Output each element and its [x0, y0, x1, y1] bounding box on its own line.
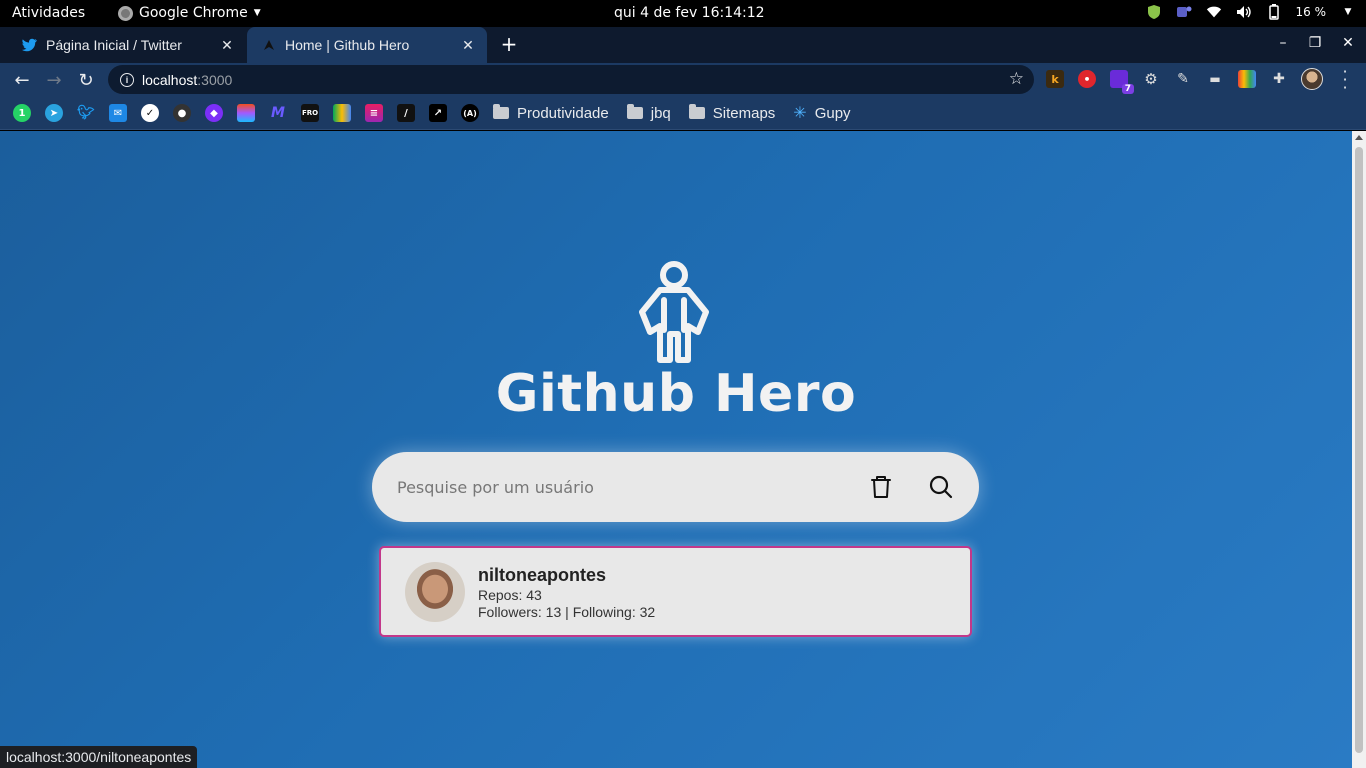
check-icon[interactable]: ✓ [141, 104, 159, 122]
extension-badge: 7 [1121, 84, 1134, 94]
profile-avatar[interactable] [1301, 68, 1323, 90]
cast-icon[interactable]: ▬ [1206, 70, 1224, 88]
fro-icon[interactable]: FRO [301, 104, 319, 122]
bookmark-folder-produtividade[interactable]: Produtividade [493, 104, 609, 122]
close-window-icon[interactable]: ✕ [1338, 35, 1358, 55]
twitter-icon [22, 37, 38, 53]
stack-icon[interactable]: ≡ [365, 104, 383, 122]
bookmark-folder-jbq[interactable]: jbq [626, 104, 671, 122]
url-host: localhost [142, 71, 198, 88]
github-hero-icon [261, 37, 277, 53]
hero-logo-icon [639, 261, 709, 363]
tab-strip: Página Inicial / Twitter ✕ Home | Github… [0, 27, 1366, 63]
folder-icon [626, 104, 643, 119]
trash-icon[interactable] [867, 473, 895, 501]
minimize-icon[interactable]: – [1273, 35, 1293, 55]
folder-label: jbq [650, 104, 671, 122]
arrow-bookmark-icon[interactable]: ↗ [429, 104, 447, 122]
link-status-bar: localhost:3000/niltoneapontes [0, 746, 198, 768]
user-avatar [405, 562, 465, 622]
telegram-icon[interactable]: ➤ [45, 104, 63, 122]
eye-icon[interactable]: ◆ [205, 104, 223, 122]
result-follow-stats: Followers: 13 | Following: 32 [478, 604, 655, 620]
extension-badge-icon[interactable]: 7 [1110, 70, 1134, 94]
tab-github-hero[interactable]: Home | Github Hero ✕ [247, 27, 487, 63]
adblock-icon[interactable]: • [1078, 70, 1096, 88]
figma-icon[interactable] [237, 104, 255, 122]
new-tab-button[interactable]: + [498, 33, 520, 55]
url-port: :3000 [197, 71, 233, 88]
browser-toolbar: ← → ↻ i localhost:3000 ☆ k • 7 ⚙ ✎ ▬ ✚ ·… [0, 63, 1366, 97]
color-extension-icon[interactable] [1238, 70, 1256, 88]
page-content: Github Hero niltoneapontes Repos: 43 Fol… [0, 131, 1352, 768]
site-info-icon[interactable]: i [120, 72, 134, 87]
system-clock[interactable]: qui 4 de fev 16:14:12 [614, 5, 765, 21]
puzzle-icon[interactable]: ✚ [1270, 70, 1288, 88]
wifi-icon[interactable] [1206, 4, 1222, 20]
menu-kebab-icon[interactable]: · · · [1340, 64, 1350, 96]
chrome-icon [118, 5, 133, 21]
close-tab-icon[interactable]: ✕ [459, 36, 477, 54]
folder-icon [493, 104, 509, 119]
folder-label: Sitemaps [712, 104, 776, 122]
close-tab-icon[interactable]: ✕ [218, 36, 236, 54]
scrollbar-thumb[interactable] [1355, 147, 1363, 753]
angular-icon[interactable]: (A) [461, 104, 479, 122]
caret-down-icon: ▼ [253, 8, 261, 18]
mail-icon[interactable]: ✉ [109, 104, 127, 122]
gear-icon[interactable]: ⚙ [1142, 70, 1160, 88]
power-menu-icon[interactable]: ▼ [1340, 4, 1356, 20]
slash-icon[interactable]: / [397, 104, 415, 122]
tab-title: Home | Github Hero [285, 37, 410, 53]
teams-icon[interactable] [1176, 4, 1192, 20]
follow-separator: | [561, 604, 573, 620]
back-arrow-icon[interactable]: ← [10, 69, 34, 91]
extensions-area: k • 7 ⚙ ✎ ▬ ✚ [1046, 70, 1288, 94]
page-scrollbar[interactable] [1352, 131, 1366, 768]
battery-percent: 16 % [1295, 5, 1327, 19]
brand-title: Github Hero [495, 364, 857, 424]
search-input[interactable] [397, 472, 847, 502]
github-icon[interactable]: ● [173, 104, 191, 122]
app-menu[interactable]: Google Chrome ▼ [118, 5, 261, 21]
app-menu-label: Google Chrome [139, 5, 248, 21]
pen-icon[interactable]: ✎ [1174, 70, 1192, 88]
battery-icon[interactable] [1266, 4, 1282, 20]
user-result-card[interactable]: niltoneapontes Repos: 43 Followers: 13 |… [379, 546, 972, 637]
result-username: niltoneapontes [478, 565, 607, 585]
bookmark-star-icon[interactable]: ☆ [1009, 69, 1024, 89]
medium-icon[interactable]: M [269, 104, 287, 122]
shield-icon[interactable] [1146, 4, 1162, 20]
activities-button[interactable]: Atividades [12, 5, 85, 21]
system-top-bar: Atividades Google Chrome ▼ qui 4 de fev … [0, 0, 1366, 27]
system-tray[interactable]: 16 % ▼ [1146, 4, 1357, 20]
restore-icon[interactable]: ❐ [1305, 35, 1325, 55]
reload-icon[interactable]: ↻ [74, 69, 98, 91]
folder-icon [688, 104, 705, 119]
result-followers: Followers: 13 [478, 604, 562, 620]
whatsapp-icon[interactable]: 1 [13, 104, 31, 122]
volume-icon[interactable] [1236, 4, 1252, 20]
tab-title: Página Inicial / Twitter [46, 37, 182, 53]
twitter-bookmark-icon[interactable]: 🐦︎ [77, 104, 95, 122]
address-bar[interactable]: i localhost:3000 ☆ [108, 65, 1034, 94]
forward-arrow-icon[interactable]: → [42, 69, 66, 91]
bookmarks-bar: 1 ➤ 🐦︎ ✉ ✓ ● ◆ M FRO ≡ / ↗ (A) Produtivi… [0, 97, 1366, 130]
gupy-icon: ✳ [793, 105, 807, 122]
bookmark-folder-sitemaps[interactable]: Sitemaps [688, 104, 776, 122]
scroll-up-icon[interactable] [1355, 135, 1363, 140]
bookmark-gupy[interactable]: ✳ Gupy [793, 103, 850, 123]
search-bar [372, 452, 979, 522]
result-following: Following: 32 [572, 604, 656, 620]
search-icon[interactable] [927, 473, 955, 501]
folder-label: Produtividade [517, 104, 609, 122]
tab-twitter[interactable]: Página Inicial / Twitter ✕ [8, 27, 246, 63]
k-extension-icon[interactable]: k [1046, 70, 1064, 88]
bookmark-label: Gupy [814, 104, 851, 122]
meet-icon[interactable] [333, 104, 351, 122]
result-repos: Repos: 43 [478, 587, 542, 603]
